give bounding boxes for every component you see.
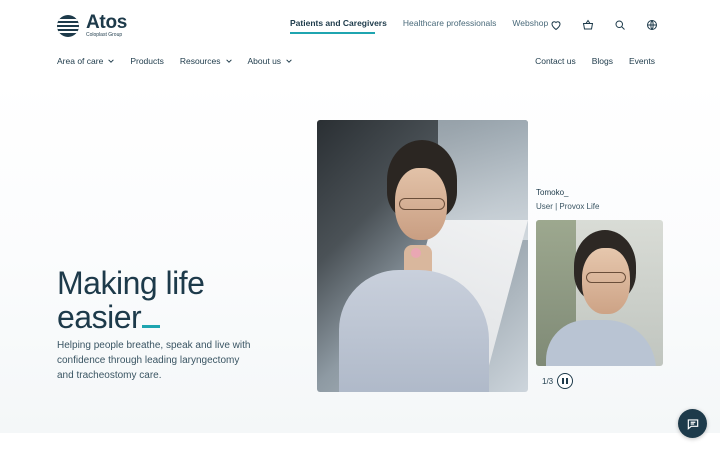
hero-side-photo bbox=[536, 220, 663, 366]
chevron-down-icon bbox=[225, 59, 232, 63]
main-nav: Area of care Products Resources About us bbox=[57, 56, 292, 66]
basket-icon[interactable] bbox=[582, 19, 594, 31]
tab-webshop[interactable]: Webshop bbox=[512, 18, 548, 28]
accent-underscore bbox=[142, 325, 161, 328]
site-header: Atos Coloplast Group Patients and Caregi… bbox=[0, 0, 720, 48]
active-tab-indicator bbox=[290, 32, 375, 34]
person-role: User | Provox Life bbox=[536, 202, 600, 211]
heart-icon[interactable] bbox=[550, 19, 562, 31]
tab-healthcare-professionals[interactable]: Healthcare professionals bbox=[403, 18, 497, 28]
nav-label: About us bbox=[247, 56, 282, 66]
chevron-down-icon bbox=[286, 59, 292, 63]
logo-mark-icon bbox=[57, 14, 79, 37]
pause-icon bbox=[562, 378, 564, 384]
nav-contact-us[interactable]: Contact us bbox=[535, 56, 576, 66]
audience-nav: Patients and Caregivers Healthcare profe… bbox=[290, 18, 548, 28]
nav-label: Resources bbox=[179, 56, 221, 66]
hero-title-line-1: Making life bbox=[57, 265, 205, 301]
header-icons bbox=[550, 19, 658, 31]
nav-products[interactable]: Products bbox=[130, 56, 164, 66]
chat-button[interactable] bbox=[678, 409, 707, 438]
person-name: Tomoko_ bbox=[536, 188, 569, 197]
chevron-down-icon bbox=[108, 59, 115, 63]
logo-tagline: Coloplast Group bbox=[86, 32, 123, 38]
nav-events[interactable]: Events bbox=[629, 56, 655, 66]
nav-blogs[interactable]: Blogs bbox=[592, 56, 613, 66]
globe-icon[interactable] bbox=[646, 19, 658, 31]
hero-main-photo bbox=[317, 120, 528, 392]
nav-area-of-care[interactable]: Area of care bbox=[57, 56, 115, 66]
nav-label: Area of care bbox=[57, 56, 104, 66]
search-icon[interactable] bbox=[614, 19, 626, 31]
nav-label: Products bbox=[130, 56, 164, 66]
nav-about-us[interactable]: About us bbox=[248, 56, 293, 66]
hero-title-line-2: easier bbox=[57, 299, 142, 335]
tab-patients-and-caregivers[interactable]: Patients and Caregivers bbox=[290, 18, 387, 28]
nav-resources[interactable]: Resources bbox=[180, 56, 232, 66]
hero-subtitle: Helping people breathe, speak and live w… bbox=[57, 340, 251, 381]
chat-icon bbox=[687, 418, 698, 430]
utility-nav: Contact us Blogs Events bbox=[535, 56, 655, 66]
slide-counter: 1/3 bbox=[542, 377, 554, 386]
atos-logo[interactable]: Atos Coloplast Group bbox=[57, 13, 127, 38]
pause-button[interactable] bbox=[557, 373, 573, 389]
hero-title: Making life easier bbox=[57, 266, 317, 334]
logo-name: Atos bbox=[86, 12, 128, 33]
